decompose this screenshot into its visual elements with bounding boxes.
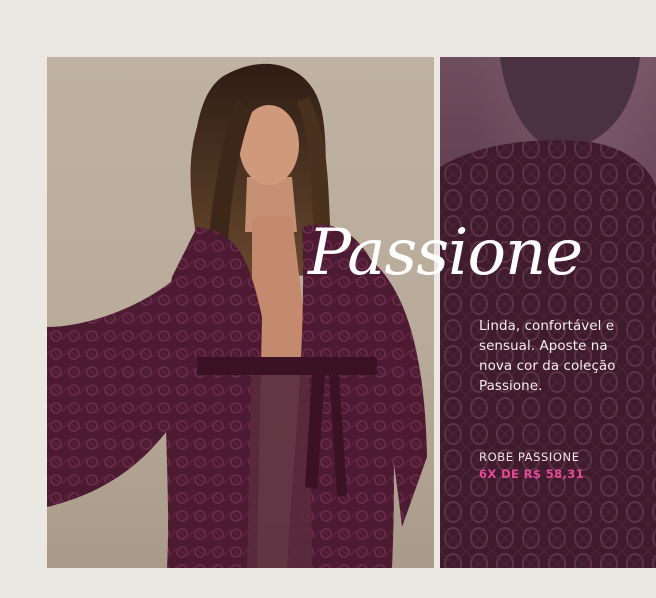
product-price[interactable]: 6X DE R$ 58,31 — [479, 467, 584, 481]
product-name[interactable]: ROBE PASSIONE — [479, 450, 580, 464]
product-description: Linda, confortável e sensual. Aposte na … — [479, 319, 616, 394]
model-photo-right — [440, 57, 656, 568]
headline-text: Passione — [307, 216, 582, 290]
model-photo-left — [47, 57, 434, 568]
model-illustration — [47, 63, 427, 568]
lace-back-illustration — [440, 57, 656, 568]
passione-script-headline: Passione — [307, 216, 583, 290]
